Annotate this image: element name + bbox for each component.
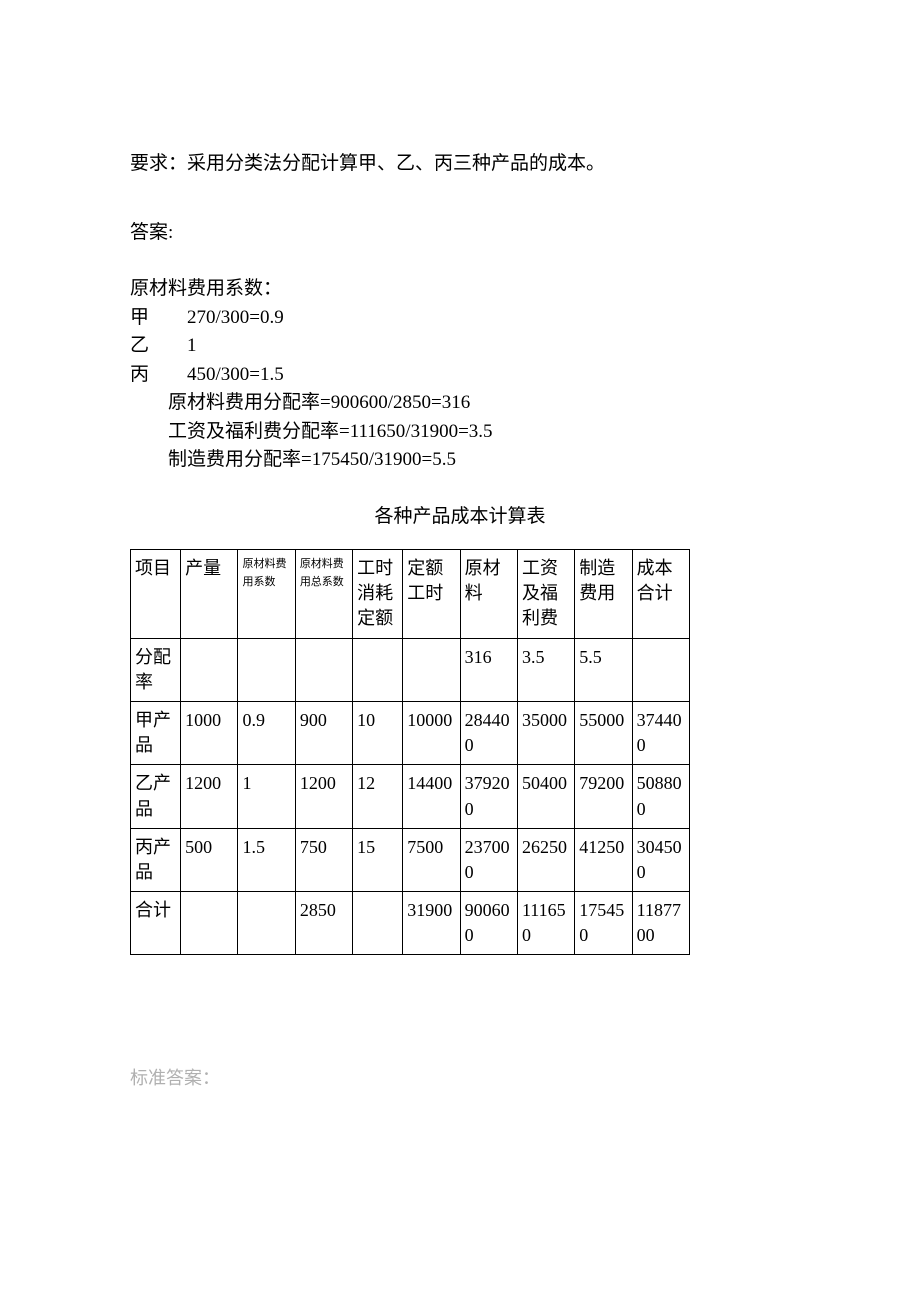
th-output: 产量	[181, 550, 238, 639]
cell: 0.9	[238, 701, 295, 764]
cell: 26250	[517, 828, 574, 891]
cell-label: 乙产品	[131, 765, 181, 828]
requirement-paragraph: 要求：采用分类法分配计算甲、乙、丙三种产品的成本。	[130, 150, 790, 179]
cell: 1.5	[238, 828, 295, 891]
rate-line-3: 制造费用分配率=175450/31900=5.5	[130, 446, 790, 475]
th-wage: 工资及福利费	[517, 550, 574, 639]
cell: 900	[295, 701, 352, 764]
cell	[353, 892, 403, 955]
cell: 14400	[403, 765, 460, 828]
requirement-text: 要求：采用分类法分配计算甲、乙、丙三种产品的成本。	[130, 153, 605, 174]
cell: 1187700	[632, 892, 689, 955]
cell: 900600	[460, 892, 517, 955]
cell: 1	[238, 765, 295, 828]
cell: 316	[460, 638, 517, 701]
cell-label: 甲产品	[131, 701, 181, 764]
cell: 111650	[517, 892, 574, 955]
cell: 2850	[295, 892, 352, 955]
cell	[295, 638, 352, 701]
cell: 284400	[460, 701, 517, 764]
cell: 1000	[181, 701, 238, 764]
th-project: 项目	[131, 550, 181, 639]
answer-label: 答案:	[130, 222, 173, 243]
cell	[632, 638, 689, 701]
table-row-yi: 乙产品 1200 1 1200 12 14400 379200 50400 79…	[131, 765, 690, 828]
coefficients-block: 原材料费用系数： 甲 270/300=0.9 乙 1 丙 450/300=1.5	[130, 275, 790, 389]
th-total-coeff: 原材料费用总系数	[295, 550, 352, 639]
cell	[181, 892, 238, 955]
th-mfg: 制造费用	[575, 550, 632, 639]
th-quota-hour: 定额工时	[403, 550, 460, 639]
cell: 304500	[632, 828, 689, 891]
cell-label: 丙产品	[131, 828, 181, 891]
coeff-heading: 原材料费用系数：	[130, 275, 790, 304]
cell: 175450	[575, 892, 632, 955]
cost-calc-table: 项目 产量 原材料费用系数 原材料费用总系数 工时消耗定额 定额工时 原材料 工…	[130, 549, 690, 955]
cell: 1200	[295, 765, 352, 828]
cell: 237000	[460, 828, 517, 891]
cell: 3.5	[517, 638, 574, 701]
cell-label: 分配率	[131, 638, 181, 701]
cell: 15	[353, 828, 403, 891]
coeff-line-bing: 丙 450/300=1.5	[130, 361, 790, 390]
cell: 31900	[403, 892, 460, 955]
cell: 5.5	[575, 638, 632, 701]
answer-label-paragraph: 答案:	[130, 219, 790, 248]
table-title: 各种产品成本计算表	[130, 503, 790, 532]
document-page: 要求：采用分类法分配计算甲、乙、丙三种产品的成本。 答案: 原材料费用系数： 甲…	[0, 0, 920, 1302]
cell: 10000	[403, 701, 460, 764]
table-row-jia: 甲产品 1000 0.9 900 10 10000 284400 35000 5…	[131, 701, 690, 764]
table-header-row: 项目 产量 原材料费用系数 原材料费用总系数 工时消耗定额 定额工时 原材料 工…	[131, 550, 690, 639]
cell: 35000	[517, 701, 574, 764]
cell: 374400	[632, 701, 689, 764]
cell-label: 合计	[131, 892, 181, 955]
cell	[181, 638, 238, 701]
cell: 10	[353, 701, 403, 764]
coeff-line-jia: 甲 270/300=0.9	[130, 304, 790, 333]
cell: 7500	[403, 828, 460, 891]
cell: 55000	[575, 701, 632, 764]
th-coeff: 原材料费用系数	[238, 550, 295, 639]
cell	[238, 892, 295, 955]
table-row-alloc-rate: 分配率 316 3.5 5.5	[131, 638, 690, 701]
cell: 41250	[575, 828, 632, 891]
table-row-total: 合计 2850 31900 900600 111650 175450 11877…	[131, 892, 690, 955]
cell: 379200	[460, 765, 517, 828]
th-raw: 原材料	[460, 550, 517, 639]
cell	[238, 638, 295, 701]
coeff-line-yi: 乙 1	[130, 332, 790, 361]
cell	[403, 638, 460, 701]
cell: 79200	[575, 765, 632, 828]
th-sum: 成本合计	[632, 550, 689, 639]
th-hour-norm: 工时消耗定额	[353, 550, 403, 639]
cell: 12	[353, 765, 403, 828]
cell: 508800	[632, 765, 689, 828]
rate-line-2: 工资及福利费分配率=111650/31900=3.5	[130, 418, 790, 447]
cell: 750	[295, 828, 352, 891]
standard-answer-label: 标准答案：	[130, 1065, 790, 1092]
rate-line-1: 原材料费用分配率=900600/2850=316	[130, 389, 790, 418]
cell: 50400	[517, 765, 574, 828]
cell: 500	[181, 828, 238, 891]
table-row-bing: 丙产品 500 1.5 750 15 7500 237000 26250 412…	[131, 828, 690, 891]
rate-block: 原材料费用分配率=900600/2850=316 工资及福利费分配率=11165…	[130, 389, 790, 475]
cell: 1200	[181, 765, 238, 828]
cell	[353, 638, 403, 701]
